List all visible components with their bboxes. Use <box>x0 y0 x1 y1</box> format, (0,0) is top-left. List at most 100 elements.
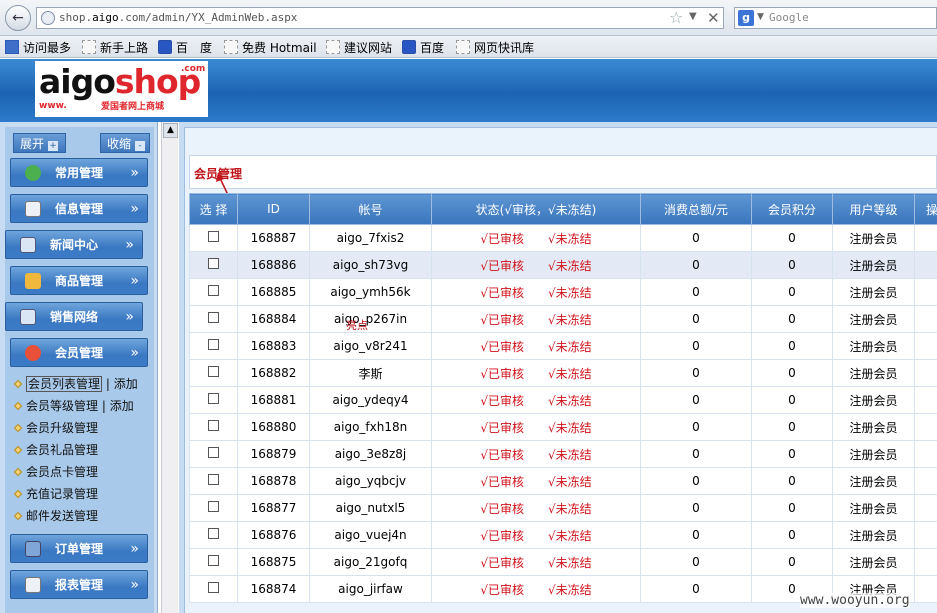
submenu-label[interactable]: 邮件发送管理 <box>26 509 98 523</box>
submenu-label[interactable]: 会员礼品管理 <box>26 443 98 457</box>
status-not-frozen[interactable]: √未冻结 <box>548 446 592 463</box>
table-row[interactable]: 168882 李斯 √已审核 √未冻结 0 0 注册会员 <box>189 359 937 387</box>
status-approved[interactable]: √已审核 <box>480 500 524 517</box>
submenu-member-levels[interactable]: 会员等级管理 | 添加 <box>13 395 153 417</box>
submenu-label[interactable]: 会员点卡管理 <box>26 465 98 479</box>
row-ops[interactable] <box>914 305 937 333</box>
row-ops[interactable] <box>914 332 937 360</box>
bookmark-web-slices[interactable]: 网页快讯库 <box>456 39 534 55</box>
star-icon[interactable]: ☆ <box>669 8 683 27</box>
row-ops[interactable] <box>914 548 937 576</box>
table-row[interactable]: 168884 aigo_p267in √已审核 √未冻结 0 0 注册会员 <box>189 305 937 333</box>
bookmark-baidu-1[interactable]: 百 度 <box>158 39 212 55</box>
row-ops[interactable] <box>914 521 937 549</box>
row-checkbox[interactable] <box>208 581 219 593</box>
table-row[interactable]: 168878 aigo_yqbcjv √已审核 √未冻结 0 0 注册会员 <box>189 467 937 495</box>
row-checkbox[interactable] <box>208 473 219 485</box>
status-not-frozen[interactable]: √未冻结 <box>548 527 592 544</box>
table-row[interactable]: 168877 aigo_nutxl5 √已审核 √未冻结 0 0 注册会员 <box>189 494 937 522</box>
status-not-frozen[interactable]: √未冻结 <box>548 311 592 328</box>
submenu-member-upgrade[interactable]: 会员升级管理 <box>13 417 153 439</box>
status-not-frozen[interactable]: √未冻结 <box>548 284 592 301</box>
row-checkbox[interactable] <box>208 527 219 539</box>
row-ops[interactable] <box>914 251 937 279</box>
status-not-frozen[interactable]: √未冻结 <box>548 392 592 409</box>
row-checkbox[interactable] <box>208 419 219 431</box>
table-row[interactable]: 168885 aigo_ymh56k √已审核 √未冻结 0 0 注册会员 <box>189 278 937 306</box>
status-approved[interactable]: √已审核 <box>480 284 524 301</box>
back-arrow-icon[interactable]: ← <box>5 5 31 31</box>
status-approved[interactable]: √已审核 <box>480 554 524 571</box>
status-approved[interactable]: √已审核 <box>480 365 524 382</box>
row-ops[interactable] <box>914 359 937 387</box>
status-approved[interactable]: √已审核 <box>480 338 524 355</box>
expand-all-button[interactable]: 展开 + <box>13 133 66 153</box>
address-bar[interactable]: shop.aigo.com/admin/YX_AdminWeb.aspx ☆ ▼… <box>36 7 724 29</box>
status-not-frozen[interactable]: √未冻结 <box>548 230 592 247</box>
row-checkbox[interactable] <box>208 257 219 269</box>
table-row[interactable]: 168880 aigo_fxh18n √已审核 √未冻结 0 0 注册会员 <box>189 413 937 441</box>
menu-members[interactable]: 会员管理 » <box>10 338 148 367</box>
aigo-shop-logo[interactable]: aigoshop .com www. 爱国者网上商城 <box>35 61 208 117</box>
status-approved[interactable]: √已审核 <box>480 419 524 436</box>
menu-products[interactable]: 商品管理 » <box>10 266 148 295</box>
collapse-all-button[interactable]: 收缩 - <box>100 133 150 153</box>
bookmark-hotmail[interactable]: 免费 Hotmail <box>224 39 317 55</box>
status-approved[interactable]: √已审核 <box>480 581 524 598</box>
status-not-frozen[interactable]: √未冻结 <box>548 581 592 598</box>
status-not-frozen[interactable]: √未冻结 <box>548 257 592 274</box>
row-checkbox[interactable] <box>208 500 219 512</box>
row-checkbox[interactable] <box>208 284 219 296</box>
table-row[interactable]: 168875 aigo_21gofq √已审核 √未冻结 0 0 注册会员 <box>189 548 937 576</box>
row-ops[interactable] <box>914 386 937 414</box>
status-not-frozen[interactable]: √未冻结 <box>548 419 592 436</box>
bookmark-getting-started[interactable]: 新手上路 <box>82 39 148 55</box>
submenu-add-link[interactable]: 添加 <box>114 377 138 391</box>
dropdown-arrow-icon[interactable]: ▼ <box>689 11 697 22</box>
search-dropdown-icon[interactable]: ▼ <box>757 12 764 22</box>
status-approved[interactable]: √已审核 <box>480 446 524 463</box>
menu-common[interactable]: 常用管理 » <box>10 158 148 187</box>
submenu-member-list[interactable]: 会员列表管理 | 添加 <box>13 373 153 395</box>
bookmark-baidu-2[interactable]: 百度 <box>402 39 444 55</box>
row-ops[interactable] <box>914 494 937 522</box>
status-not-frozen[interactable]: √未冻结 <box>548 338 592 355</box>
table-row[interactable]: 168879 aigo_3e8z8j √已审核 √未冻结 0 0 注册会员 <box>189 440 937 468</box>
status-approved[interactable]: √已审核 <box>480 230 524 247</box>
status-not-frozen[interactable]: √未冻结 <box>548 365 592 382</box>
submenu-label[interactable]: 会员升级管理 <box>26 421 98 435</box>
status-not-frozen[interactable]: √未冻结 <box>548 500 592 517</box>
table-row[interactable]: 168887 aigo_7fxis2 √已审核 √未冻结 0 0 注册会员 <box>189 224 937 252</box>
bookmark-most-visited[interactable]: 访问最多 <box>5 39 71 55</box>
table-row[interactable]: 168876 aigo_vuej4n √已审核 √未冻结 0 0 注册会员 <box>189 521 937 549</box>
row-checkbox[interactable] <box>208 554 219 566</box>
close-icon[interactable]: ✕ <box>707 9 720 27</box>
row-ops[interactable] <box>914 278 937 306</box>
status-approved[interactable]: √已审核 <box>480 473 524 490</box>
bookmark-suggested[interactable]: 建议网站 <box>326 39 392 55</box>
submenu-member-cards[interactable]: 会员点卡管理 <box>13 461 153 483</box>
table-row[interactable]: 168883 aigo_v8r241 √已审核 √未冻结 0 0 注册会员 <box>189 332 937 360</box>
table-row[interactable]: 168886 aigo_sh73vg √已审核 √未冻结 0 0 注册会员 <box>189 251 937 279</box>
status-not-frozen[interactable]: √未冻结 <box>548 473 592 490</box>
row-checkbox[interactable] <box>208 230 219 242</box>
row-checkbox[interactable] <box>208 338 219 350</box>
status-approved[interactable]: √已审核 <box>480 311 524 328</box>
menu-news[interactable]: 新闻中心 » <box>5 230 143 259</box>
status-approved[interactable]: √已审核 <box>480 527 524 544</box>
submenu-add-link[interactable]: 添加 <box>110 399 134 413</box>
menu-info[interactable]: 信息管理 » <box>10 194 148 223</box>
submenu-label[interactable]: 会员列表管理 <box>26 376 103 392</box>
status-not-frozen[interactable]: √未冻结 <box>548 554 592 571</box>
row-ops[interactable] <box>914 224 937 252</box>
row-ops[interactable] <box>914 467 937 495</box>
submenu-label[interactable]: 会员等级管理 <box>26 399 98 413</box>
frame-scrollbar[interactable]: ▲ <box>161 122 178 613</box>
row-checkbox[interactable] <box>208 446 219 458</box>
scroll-up-icon[interactable]: ▲ <box>163 123 178 138</box>
row-ops[interactable] <box>914 413 937 441</box>
row-ops[interactable] <box>914 440 937 468</box>
menu-orders[interactable]: 订单管理 » <box>10 534 148 563</box>
table-row[interactable]: 168881 aigo_ydeqy4 √已审核 √未冻结 0 0 注册会员 <box>189 386 937 414</box>
submenu-member-gifts[interactable]: 会员礼品管理 <box>13 439 153 461</box>
